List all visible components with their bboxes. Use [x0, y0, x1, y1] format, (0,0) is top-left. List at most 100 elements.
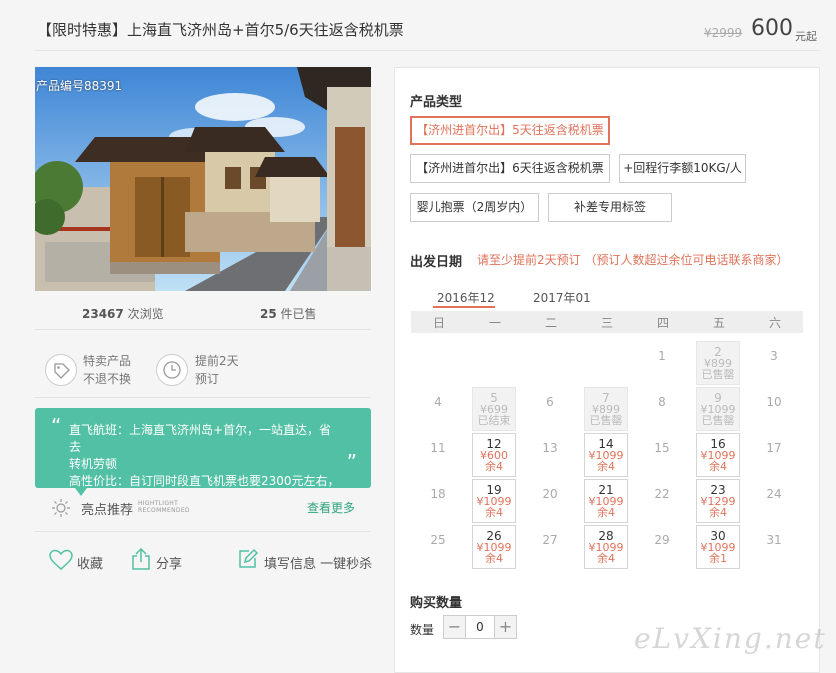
calendar-day-11: 11 — [416, 433, 460, 477]
highlight-box: “ 直飞航班：上海直飞济州岛+首尔，一站直达，省去 转机劳顿 高性价比：自订同时… — [35, 408, 371, 488]
product-stats: 23467 次浏览 25 件已售 — [35, 296, 371, 330]
weekday-wed: 三 — [600, 316, 613, 330]
calendar-day-28[interactable]: 28 ¥1099 余4 — [584, 525, 628, 569]
day-number: 8 — [658, 395, 666, 409]
calendar-day-15: 15 — [640, 433, 684, 477]
calendar-day-19[interactable]: 19 ¥1099 余4 — [472, 479, 516, 523]
day-status: 余4 — [597, 552, 615, 565]
heart-icon — [49, 549, 73, 570]
day-number: 7 — [602, 391, 610, 405]
price-unit: 元起 — [795, 30, 817, 43]
share-button[interactable]: 分享 — [130, 547, 190, 575]
calendar-day-29: 29 — [640, 525, 684, 569]
tab-month-2016-12[interactable]: 2016年12 — [437, 289, 495, 306]
day-number: 30 — [710, 529, 726, 543]
view-more-link[interactable]: 查看更多 — [307, 499, 355, 516]
calendar-day-13: 13 — [528, 433, 572, 477]
day-number: 17 — [766, 441, 782, 455]
quote-open-icon: “ — [51, 414, 62, 438]
day-number: 16 — [710, 437, 726, 451]
option-infant[interactable]: 婴儿抱票（2周岁内） — [410, 193, 539, 222]
recommend-en: HIGHTLIGHT RECOMMENDED — [138, 500, 190, 514]
tab-month-2017-01[interactable]: 2017年01 — [533, 289, 591, 306]
calendar-day-22: 22 — [640, 479, 684, 523]
day-number: 31 — [766, 533, 782, 547]
calendar-day-6: 6 — [528, 387, 572, 431]
clock-icon — [156, 354, 188, 386]
current-price: 600 — [751, 16, 793, 41]
month-active-indicator — [433, 306, 495, 308]
day-number: 14 — [598, 437, 614, 451]
calendar-day-8: 8 — [640, 387, 684, 431]
highlight-line-2: 转机劳顿 — [69, 457, 118, 471]
calendar-day-7: 7 ¥899 已售罄 — [584, 387, 628, 431]
calendar-day-16[interactable]: 16 ¥1099 余4 — [696, 433, 740, 477]
quantity-plus-button[interactable]: + — [494, 616, 516, 638]
quantity-stepper: − 0 + — [443, 615, 517, 639]
share-icon — [132, 547, 150, 570]
calendar-day-2: 2 ¥899 已售罄 — [696, 341, 740, 385]
calendar-day-26[interactable]: 26 ¥1099 余4 — [472, 525, 516, 569]
day-number: 19 — [486, 483, 502, 497]
calendar-day-31: 31 — [752, 525, 796, 569]
product-features: 特卖产品 不退不换 提前2天 预订 — [35, 340, 371, 398]
day-number: 3 — [770, 349, 778, 363]
day-number: 21 — [598, 483, 614, 497]
day-number: 23 — [710, 483, 726, 497]
feature-special: 特卖产品 不退不换 — [83, 354, 132, 386]
day-number: 18 — [430, 487, 446, 501]
day-number: 22 — [654, 487, 670, 501]
day-number: 2 — [714, 345, 722, 359]
calendar-day-21[interactable]: 21 ¥1099 余4 — [584, 479, 628, 523]
book-button[interactable]: 填写信息 一键秒杀 — [237, 547, 372, 575]
option-luggage[interactable]: +回程行李额10KG/人 — [619, 154, 746, 183]
day-status: 余4 — [485, 506, 503, 519]
header-divider — [35, 50, 820, 51]
day-number: 13 — [542, 441, 558, 455]
quantity-input[interactable]: 0 — [467, 616, 493, 638]
day-number: 27 — [542, 533, 558, 547]
quantity-title: 购买数量 — [410, 596, 463, 611]
calendar-day-17: 17 — [752, 433, 796, 477]
calendar-day-9: 9 ¥1099 已售罄 — [696, 387, 740, 431]
quantity-label: 数量 — [410, 623, 435, 637]
day-number: 28 — [598, 529, 614, 543]
booking-panel: 产品类型 【济州进首尔出】5天往返含税机票 【济州进首尔出】6天往返含税机票 +… — [394, 67, 820, 673]
page-header: 【限时特惠】上海直飞济州岛+首尔5/6天往返含税机票 ¥2999 600 元起 — [0, 0, 836, 52]
calendar-day-23[interactable]: 23 ¥1299 余4 — [696, 479, 740, 523]
calendar-day-14[interactable]: 14 ¥1099 余4 — [584, 433, 628, 477]
highlight-line-1: 直飞航班：上海直飞济州岛+首尔，一站直达，省去 — [69, 423, 332, 454]
day-status: 余4 — [485, 552, 503, 565]
option-6day[interactable]: 【济州进首尔出】6天往返含税机票 — [410, 154, 610, 183]
day-status: 已售罄 — [589, 414, 623, 427]
day-status: 已售罄 — [701, 368, 735, 381]
calendar-day-12[interactable]: 12 ¥600 余4 — [472, 433, 516, 477]
weekday-tue: 二 — [544, 316, 557, 330]
day-number: 4 — [434, 395, 442, 409]
original-price: ¥2999 — [704, 26, 743, 40]
option-supplement[interactable]: 补差专用标签 — [548, 193, 672, 222]
quantity-minus-button[interactable]: − — [444, 616, 466, 638]
calendar-day-20: 20 — [528, 479, 572, 523]
views-stat: 23467 次浏览 — [82, 305, 164, 322]
calendar-day-3: 3 — [752, 341, 796, 385]
sun-icon — [52, 499, 70, 517]
sold-stat: 25 件已售 — [260, 305, 317, 322]
weekday-thu: 四 — [656, 316, 669, 330]
calendar-day-30[interactable]: 30 ¥1099 余1 — [696, 525, 740, 569]
highlight-line-3: 高性价比：自订同时段直飞机票也要2300元左右，现 — [69, 474, 340, 488]
day-number: 11 — [430, 441, 446, 455]
favorite-button[interactable]: 收藏 — [49, 547, 109, 575]
views-count: 23467 — [82, 307, 124, 321]
weekday-fri: 五 — [712, 316, 725, 330]
calendar-day-27: 27 — [528, 525, 572, 569]
option-5day[interactable]: 【济州进首尔出】5天往返含税机票 — [410, 116, 610, 145]
sold-label: 件已售 — [280, 307, 317, 321]
departure-date-title: 出发日期 — [410, 255, 463, 270]
calendar-day-24: 24 — [752, 479, 796, 523]
share-label: 分享 — [156, 557, 183, 572]
day-number: 25 — [430, 533, 446, 547]
calendar-day-4: 4 — [416, 387, 460, 431]
tag-icon — [45, 354, 77, 386]
edit-icon — [239, 548, 259, 568]
